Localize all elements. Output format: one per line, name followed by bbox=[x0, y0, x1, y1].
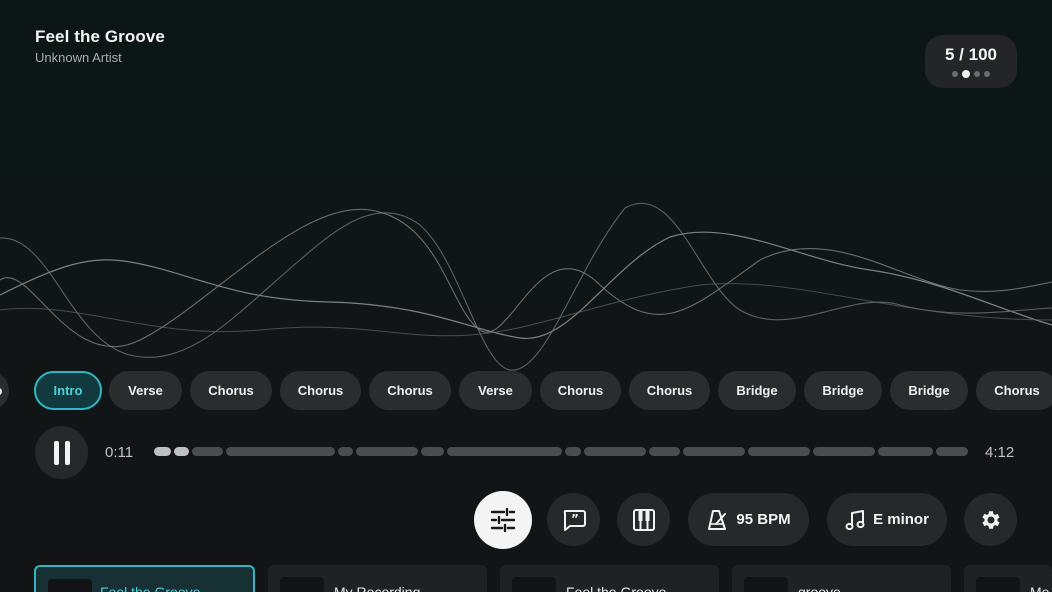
library-card[interactable]: My Recording bbox=[268, 565, 487, 592]
library-card[interactable]: groove bbox=[732, 565, 951, 592]
card-title: Feel the Groove bbox=[566, 584, 667, 592]
section-chip-label: Chorus bbox=[297, 383, 344, 398]
song-info: Feel the Groove Unknown Artist bbox=[35, 27, 165, 65]
key-button[interactable]: E minor bbox=[827, 493, 947, 546]
section-chip[interactable]: Verse bbox=[109, 371, 182, 410]
song-artist: Unknown Artist bbox=[35, 50, 122, 65]
page-dot bbox=[974, 71, 980, 77]
section-chip-label: Bridge bbox=[908, 383, 950, 398]
card-thumbnail bbox=[48, 579, 92, 592]
wave-line-1 bbox=[0, 231, 1052, 339]
page-dot-active bbox=[962, 70, 970, 78]
keyboard-button[interactable] bbox=[617, 493, 670, 546]
wave-line-2 bbox=[0, 202, 1052, 371]
settings-button[interactable] bbox=[964, 493, 1017, 546]
current-time: 0:11 bbox=[105, 444, 134, 461]
music-note-icon bbox=[845, 509, 865, 530]
card-title: Me bbox=[1030, 584, 1050, 592]
timeline-segment[interactable] bbox=[748, 447, 810, 456]
pause-icon bbox=[53, 440, 70, 465]
section-chip-label: o bbox=[0, 383, 2, 398]
song-title: Feel the Groove bbox=[35, 27, 165, 46]
track-counter-text: 5 / 100 bbox=[945, 45, 997, 64]
timeline-segment[interactable] bbox=[356, 447, 418, 456]
lyrics-quote-icon: ” bbox=[563, 509, 586, 531]
player-screen: Feel the Groove Unknown Artist 5 / 100 o… bbox=[0, 0, 1052, 592]
section-chip-label: Intro bbox=[53, 383, 83, 398]
timeline-segment[interactable] bbox=[813, 447, 875, 456]
card-title: Feel the Groove bbox=[100, 584, 201, 592]
key-label: E minor bbox=[873, 511, 929, 528]
card-thumbnail bbox=[744, 577, 788, 592]
card-title: My Recording bbox=[334, 584, 421, 592]
section-chip[interactable]: Bridge bbox=[804, 371, 882, 410]
timeline-segment[interactable] bbox=[192, 447, 223, 456]
tempo-label: 95 BPM bbox=[736, 511, 791, 528]
section-chip-label: Chorus bbox=[646, 383, 693, 398]
svg-text:”: ” bbox=[571, 512, 579, 526]
library-card[interactable]: Feel the Groove bbox=[500, 565, 719, 592]
section-strip: o Intro Verse Chorus Chorus Chorus Verse… bbox=[0, 371, 1052, 410]
card-thumbnail bbox=[976, 577, 1020, 592]
page-indicator bbox=[952, 70, 990, 78]
section-chip-label: Bridge bbox=[736, 383, 778, 398]
section-chip[interactable]: Chorus bbox=[369, 371, 451, 410]
waveform-visualization bbox=[0, 202, 1052, 371]
timeline-segment[interactable] bbox=[421, 447, 444, 456]
metronome-icon bbox=[708, 509, 727, 530]
section-chip[interactable]: Chorus bbox=[540, 371, 621, 410]
track-counter[interactable]: 5 / 100 bbox=[925, 35, 1017, 88]
section-chip[interactable]: Chorus bbox=[629, 371, 710, 410]
tempo-button[interactable]: 95 BPM bbox=[688, 493, 809, 546]
section-chip-label: Verse bbox=[128, 383, 163, 398]
lyrics-button[interactable]: ” bbox=[547, 493, 600, 546]
gear-icon bbox=[981, 510, 1000, 529]
pause-button[interactable] bbox=[35, 426, 88, 479]
total-time: 4:12 bbox=[985, 444, 1015, 461]
page-dot bbox=[952, 71, 958, 77]
card-thumbnail bbox=[280, 577, 324, 592]
section-chip[interactable]: Chorus bbox=[280, 371, 361, 410]
page-dot bbox=[984, 71, 990, 77]
section-chip[interactable]: Verse bbox=[459, 371, 532, 410]
timeline-segment[interactable] bbox=[226, 447, 335, 456]
timeline-segment[interactable] bbox=[936, 447, 968, 456]
section-chip-label: Chorus bbox=[994, 383, 1040, 398]
section-chip-active[interactable]: Intro bbox=[34, 371, 102, 410]
timeline-segment[interactable] bbox=[584, 447, 646, 456]
timeline-segment[interactable] bbox=[878, 447, 933, 456]
library-card-active[interactable]: Feel the Groove bbox=[34, 565, 255, 592]
mixer-button[interactable] bbox=[474, 491, 532, 549]
section-chip-label: Verse bbox=[478, 383, 513, 398]
section-chip[interactable]: Bridge bbox=[718, 371, 796, 410]
piano-keys-icon bbox=[632, 508, 655, 531]
section-chip[interactable]: Chorus bbox=[190, 371, 272, 410]
section-chip[interactable]: Bridge bbox=[890, 371, 968, 410]
section-chip[interactable]: o bbox=[0, 371, 9, 410]
timeline-segment[interactable] bbox=[565, 447, 581, 456]
section-chip-label: Chorus bbox=[387, 383, 433, 398]
timeline-segment-played[interactable] bbox=[174, 447, 189, 456]
sliders-icon bbox=[490, 508, 516, 532]
timeline-segment-played[interactable] bbox=[154, 447, 171, 456]
timeline-segment[interactable] bbox=[649, 447, 680, 456]
timeline-segment[interactable] bbox=[683, 447, 745, 456]
section-chip[interactable]: Chorus bbox=[976, 371, 1052, 410]
section-chip-label: Chorus bbox=[557, 383, 604, 398]
section-chip-label: Bridge bbox=[822, 383, 864, 398]
timeline-segment[interactable] bbox=[338, 447, 353, 456]
wave-line-4 bbox=[0, 283, 1052, 337]
section-timeline[interactable] bbox=[154, 447, 968, 456]
library-strip: Feel the Groove My Recording Feel the Gr… bbox=[0, 565, 1052, 592]
library-card[interactable]: Me bbox=[964, 565, 1052, 592]
timeline-segment[interactable] bbox=[447, 447, 562, 456]
card-title: groove bbox=[798, 584, 841, 592]
section-chip-label: Chorus bbox=[208, 383, 254, 398]
card-thumbnail bbox=[512, 577, 556, 592]
